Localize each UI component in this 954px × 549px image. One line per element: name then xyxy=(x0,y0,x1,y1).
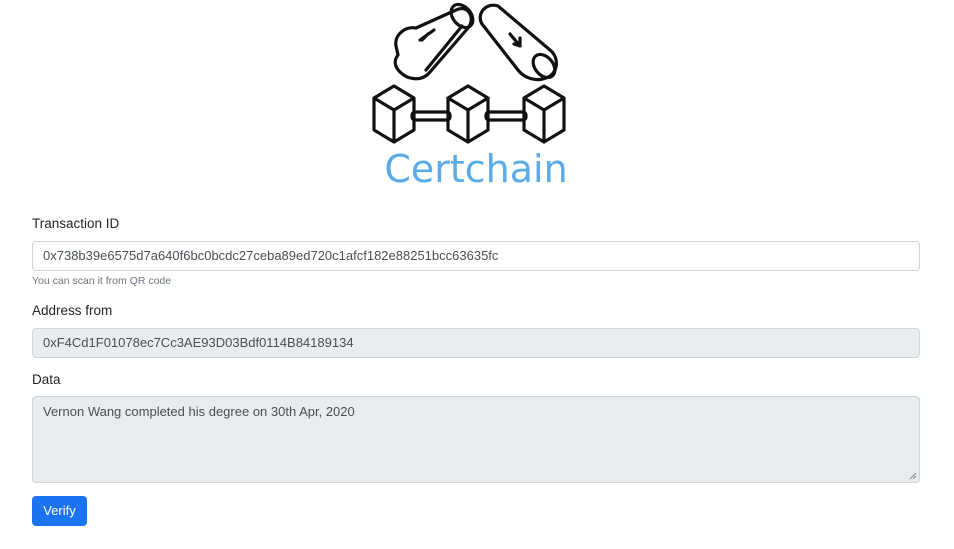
transaction-id-input[interactable]: 0x738b39e6575d7a640f6bc0bcdc27ceba89ed72… xyxy=(32,241,920,271)
transaction-id-help: You can scan it from QR code xyxy=(32,275,172,287)
address-from-label: Address from xyxy=(32,303,113,318)
data-label: Data xyxy=(32,372,61,387)
data-value: Vernon Wang completed his degree on 30th… xyxy=(43,404,355,419)
data-textarea[interactable]: Vernon Wang completed his degree on 30th… xyxy=(32,396,920,483)
verify-page: Certchain Transaction ID 0x738b39e6575d7… xyxy=(0,0,954,549)
transaction-id-label: Transaction ID xyxy=(32,216,120,231)
resize-grip-icon[interactable] xyxy=(909,472,917,480)
certchain-logo: Certchain xyxy=(364,0,588,192)
brand-name: Certchain xyxy=(384,147,568,191)
address-from-field[interactable]: 0xF4Cd1F01078ec7Cc3AE93D03Bdf0114B841891… xyxy=(32,328,920,358)
blockchain-icon xyxy=(372,2,566,144)
verify-button[interactable]: Verify xyxy=(32,496,87,526)
